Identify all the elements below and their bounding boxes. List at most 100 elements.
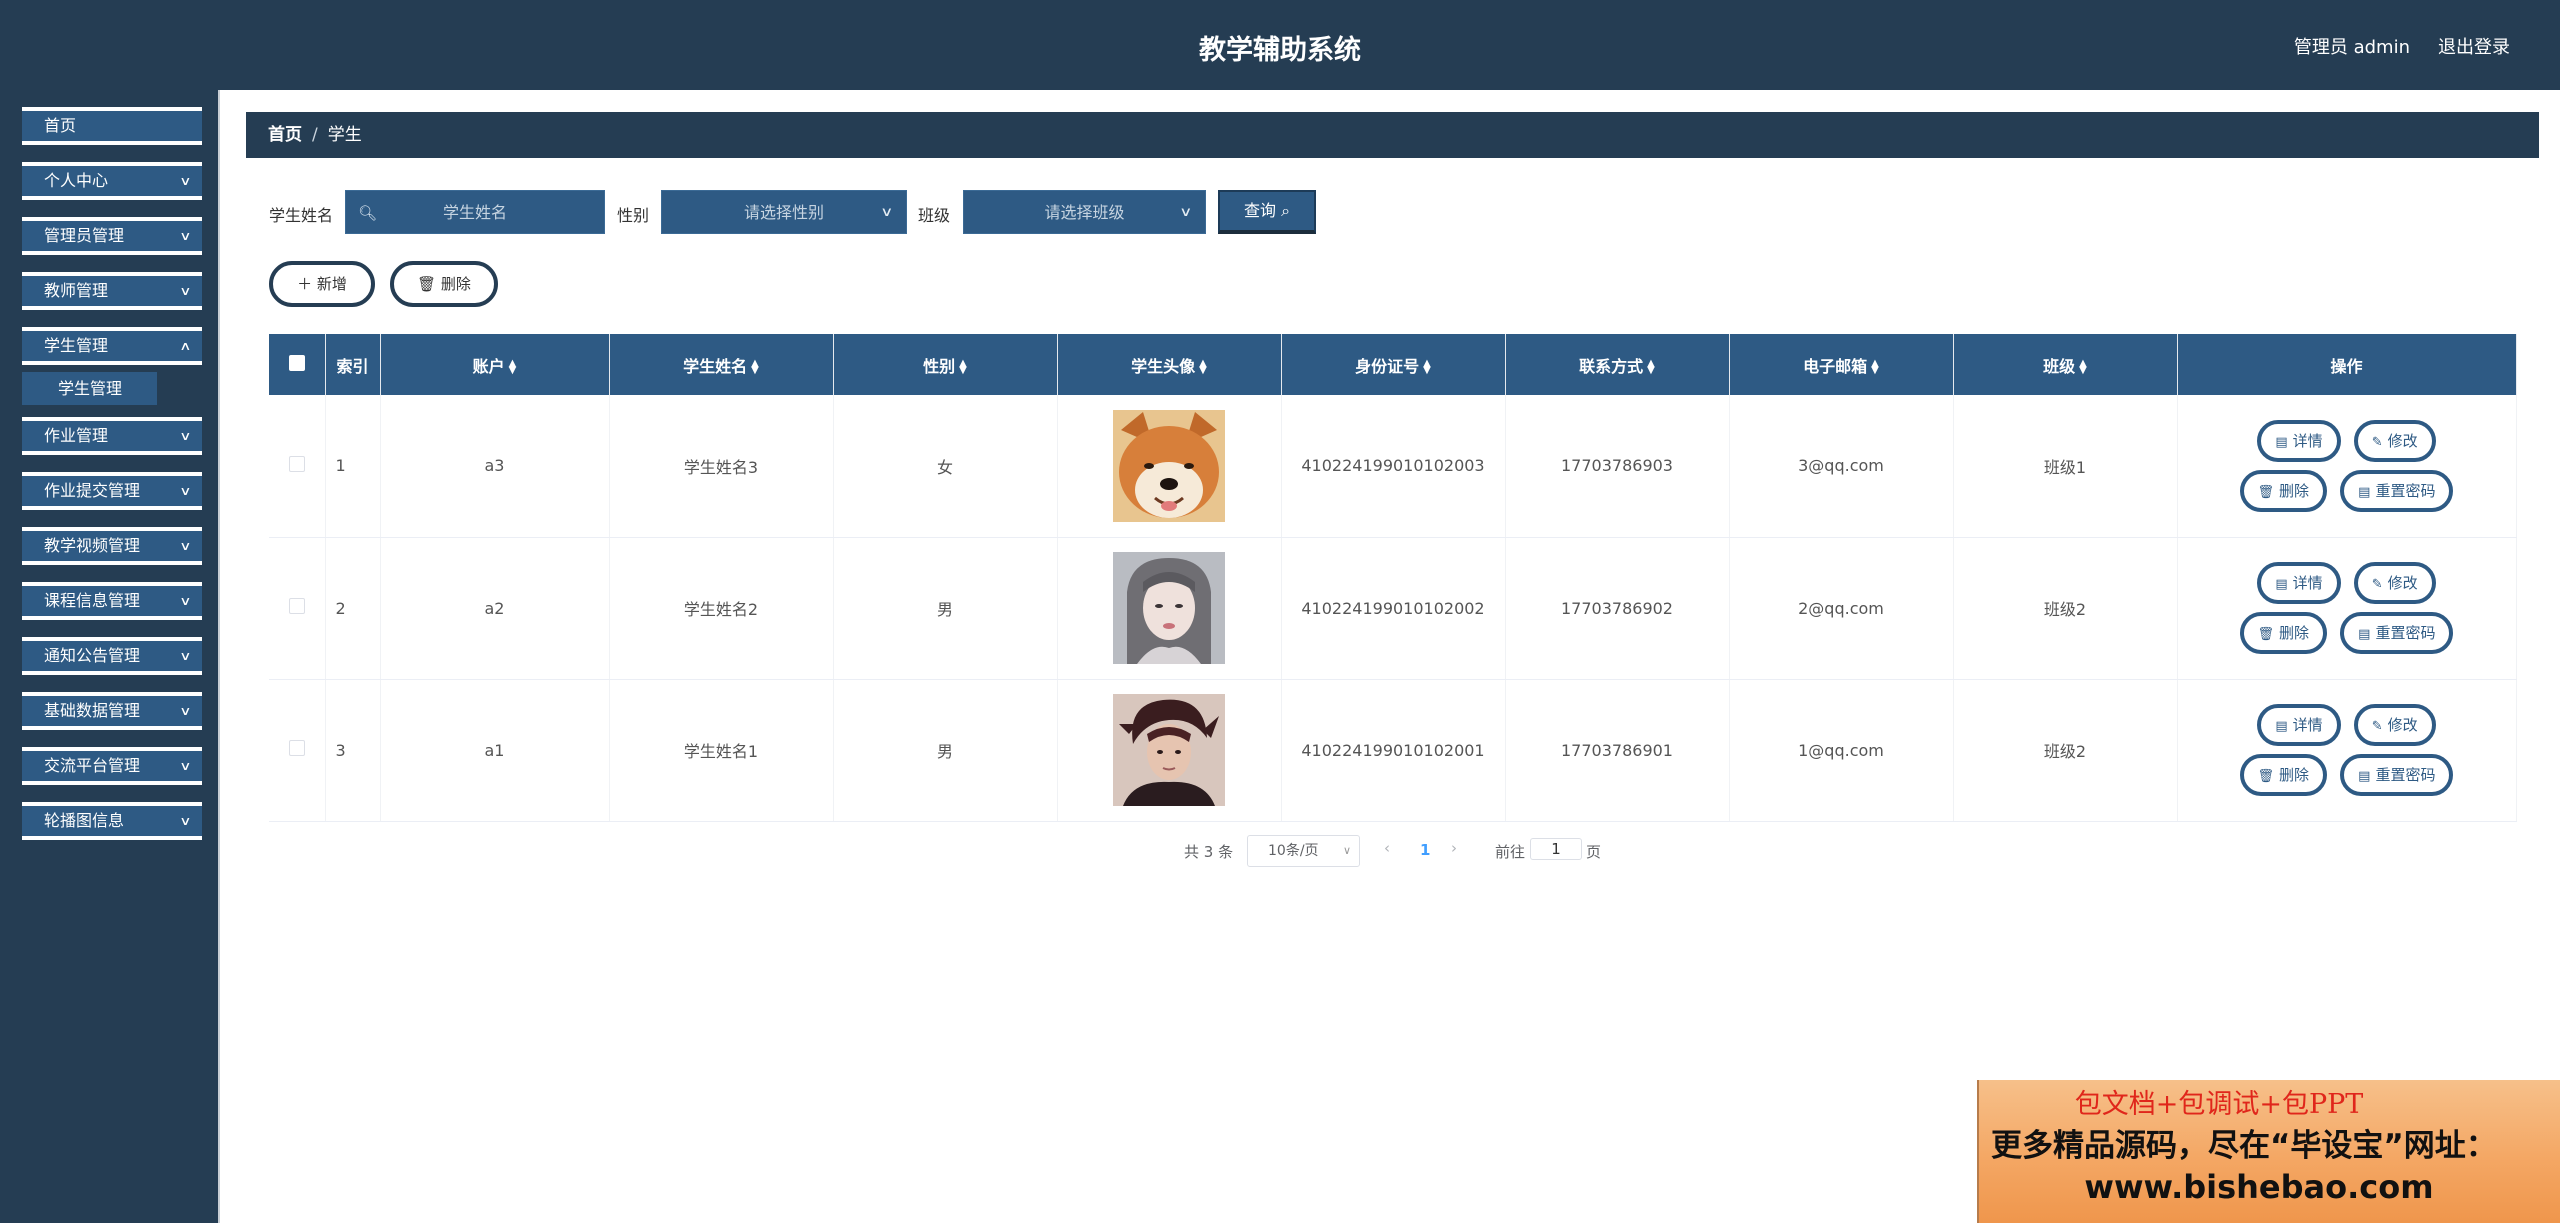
promo-line-1: 包文档+包调试+包PPT [2074,1089,2364,1120]
column-header-avatar[interactable]: 学生头像 ▲ ▼ [1057,334,1282,395]
sidebar-item-personal-center[interactable]: 个人中心 ∨ [22,162,202,200]
add-button-label: 新增 [316,275,347,293]
sidebar-subitem-student-management[interactable]: 学生管理 [22,372,157,405]
sidebar-item-notice[interactable]: 通知公告管理 ∨ [22,637,202,675]
cell-gender: 男 [833,537,1058,680]
column-header-id-card[interactable]: 身份证号 ▲ ▼ [1281,334,1506,395]
shiba-dog-photo[interactable] [1113,409,1225,522]
gender-select[interactable]: 请选择性别 ∨ [661,190,907,234]
sidebar-item-home[interactable]: 首页 [22,107,202,145]
sidebar-item-homework-submission[interactable]: 作业提交管理 ∨ [22,472,202,510]
column-header-index: 索引 [325,334,381,395]
reset-password-button[interactable]: ▤ 重置密码 [2340,469,2454,512]
search-icon: ⌕ [1281,201,1291,220]
column-header-actions: 操作 [2177,334,2517,395]
reset-password-button[interactable]: ▤ 重置密码 [2340,754,2454,796]
row-checkbox[interactable] [288,740,305,756]
cell-id-card: 410224199010102001 [1281,679,1506,822]
cell-actions: ▤ 详情 ✎ 修改 🗑︎ 删除 ▤ 重置密码 [2177,537,2517,680]
sort-icon[interactable]: ▲ ▼ [509,359,517,376]
column-header-label: 联系方式 [1579,356,1644,376]
sidebar-item-student-management[interactable]: 学生管理 ∧ [22,327,202,365]
sidebar-item-course-info[interactable]: 课程信息管理 ∨ [22,582,202,620]
sort-icon[interactable]: ▲ ▼ [751,359,759,376]
column-header-account[interactable]: 账户 ▲ ▼ [380,334,610,395]
sidebar-item-label: 交流平台管理 [44,756,141,775]
row-checkbox[interactable] [288,598,305,614]
select-all-checkbox[interactable] [288,354,305,371]
column-header-label: 学生头像 [1131,356,1196,376]
row-select-cell[interactable] [269,537,326,680]
sort-icon[interactable]: ▲ ▼ [1423,359,1431,376]
delete-button[interactable]: 🗑︎ 删除 [2239,754,2328,796]
reset-password-button[interactable]: ▤ 重置密码 [2340,612,2454,654]
sidebar-item-homework-management[interactable]: 作业管理 ∨ [22,417,202,455]
batch-delete-button[interactable]: 🗑︎ 删除 [390,261,498,307]
edit-button[interactable]: ✎ 修改 [2353,562,2436,604]
student-table: 索引 账户 ▲ ▼ 学生姓名 ▲ ▼ 性别 ▲ ▼ 学生头像 ▲ ▼ 身份证号 ▲ ▼ 联系方式 ▲ ▼… [269,334,2517,822]
detail-button[interactable]: ▤ 详情 [2257,419,2341,462]
delete-button[interactable]: 🗑︎ 删除 [2239,469,2328,512]
chevron-down-icon: ∨ [179,284,192,298]
edit-button[interactable]: ✎ 修改 [2353,419,2436,462]
add-button[interactable]: ＋ 新增 [269,261,375,307]
boy-portrait-photo[interactable] [1113,694,1225,806]
sidebar-item-teacher-management[interactable]: 教师管理 ∨ [22,272,202,310]
sidebar-item-label: 作业提交管理 [44,481,141,500]
column-header-student-name[interactable]: 学生姓名 ▲ ▼ [609,334,834,395]
cell-class: 班级2 [1953,679,2178,822]
query-button[interactable]: 查询 ⌕ [1218,190,1316,234]
class-placeholder: 请选择班级 [1044,203,1125,222]
logout-link[interactable]: 退出登录 [2438,33,2510,59]
search-icon: 🔍︎ [358,204,378,222]
girl-portrait-photo[interactable] [1113,552,1225,664]
document-icon: ▤ [2275,434,2288,450]
column-header-label: 账户 [472,356,505,376]
sidebar-item-admin-management[interactable]: 管理员管理 ∨ [22,217,202,255]
sidebar-item-basic-data[interactable]: 基础数据管理 ∨ [22,692,202,730]
cell-student-name: 学生姓名3 [609,395,834,538]
row-checkbox[interactable] [288,455,305,472]
row-select-cell[interactable] [269,395,326,538]
select-all-header[interactable] [269,334,326,395]
sidebar-item-label: 通知公告管理 [44,646,141,665]
page-size-select[interactable]: 10条/页 ∨ [1247,835,1360,867]
cell-index: 1 [325,395,381,538]
prev-page-icon[interactable]: ‹ [1384,839,1390,857]
goto-page-input[interactable]: 1 [1530,838,1582,860]
class-select[interactable]: 请选择班级 ∨ [963,190,1206,234]
sort-icon[interactable]: ▲ ▼ [1871,359,1879,376]
detail-button[interactable]: ▤ 详情 [2257,562,2341,604]
column-header-class[interactable]: 班级 ▲ ▼ [1953,334,2178,395]
page-size-value: 10条/页 [1268,843,1319,859]
breadcrumb-home[interactable]: 首页 [268,125,302,145]
column-header-email[interactable]: 电子邮箱 ▲ ▼ [1729,334,1954,395]
chevron-down-icon: ∨ [179,484,192,498]
sort-icon[interactable]: ▲ ▼ [2079,359,2087,376]
breadcrumb-current: 学生 [327,125,362,145]
row-select-cell[interactable] [269,679,326,822]
cell-email: 3@qq.com [1729,395,1954,538]
edit-button[interactable]: ✎ 修改 [2353,704,2436,746]
sidebar-item-forum[interactable]: 交流平台管理 ∨ [22,747,202,785]
detail-button[interactable]: ▤ 详情 [2257,704,2341,746]
student-name-input[interactable]: 🔍︎ 学生姓名 [345,190,605,234]
detail-label: 详情 [2292,716,2323,734]
cell-index: 3 [325,679,381,822]
next-page-icon[interactable]: › [1451,839,1457,857]
delete-button[interactable]: 🗑︎ 删除 [2239,612,2328,654]
class-label: 班级 [918,206,951,225]
column-header-gender[interactable]: 性别 ▲ ▼ [833,334,1058,395]
document-icon: ▤ [2358,769,2371,784]
page-number-current[interactable]: 1 [1420,841,1430,859]
sidebar-item-label: 课程信息管理 [44,591,141,610]
edit-icon: ✎ [2371,719,2383,734]
column-header-phone[interactable]: 联系方式 ▲ ▼ [1505,334,1730,395]
sort-icon[interactable]: ▲ ▼ [1199,359,1207,376]
sort-icon[interactable]: ▲ ▼ [959,359,967,376]
document-icon: ▤ [2275,577,2288,592]
admin-user-label: 管理员 admin [2293,37,2410,58]
sort-icon[interactable]: ▲ ▼ [1647,359,1655,376]
sidebar-item-carousel[interactable]: 轮播图信息 ∨ [22,802,202,840]
sidebar-item-teaching-video[interactable]: 教学视频管理 ∨ [22,527,202,565]
